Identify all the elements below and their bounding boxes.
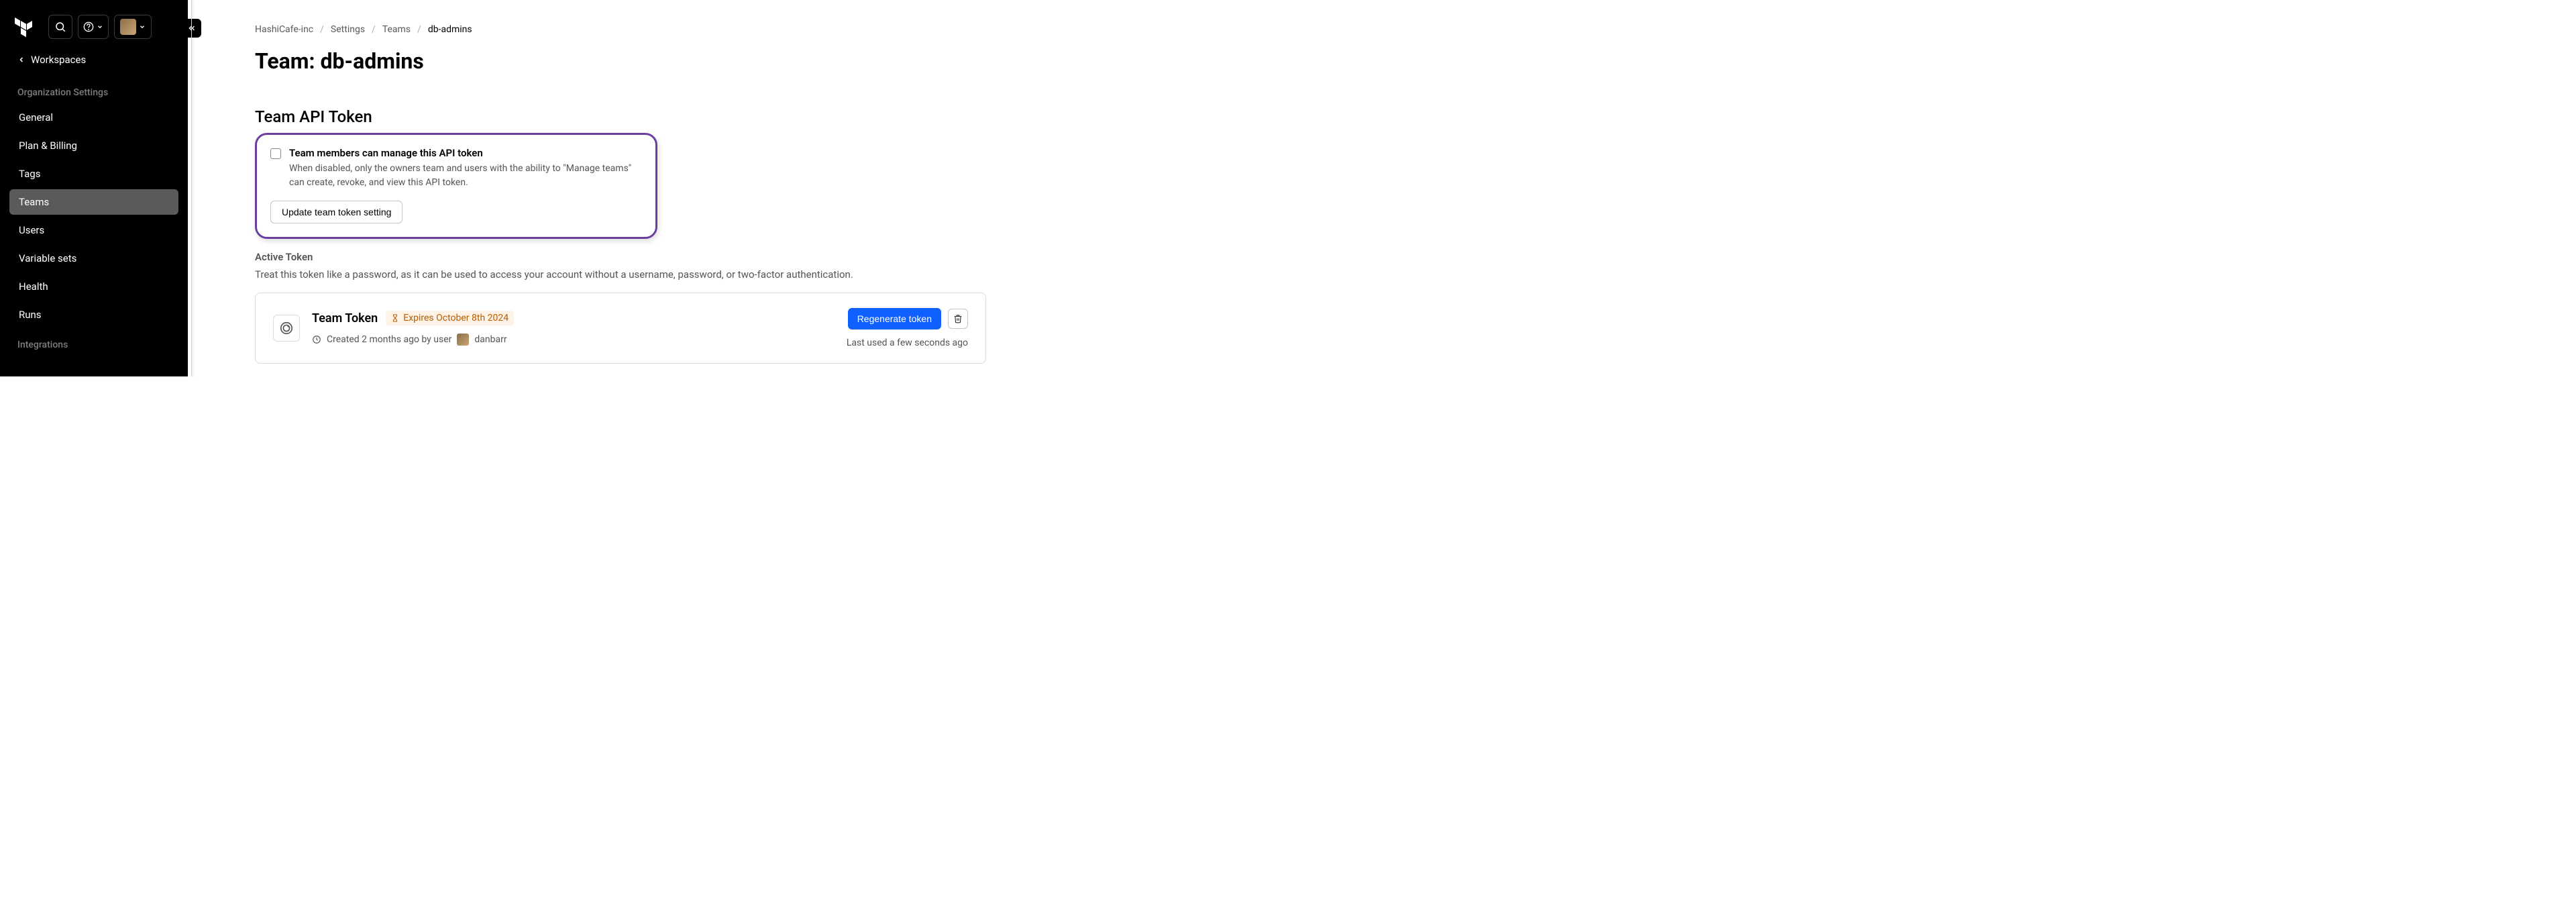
sidebar-item-variable-sets[interactable]: Variable sets [9,246,178,271]
hourglass-icon [391,314,399,322]
workspaces-back-link[interactable]: Workspaces [0,40,188,76]
scroll-edge [188,0,192,376]
breadcrumb: HashiCafe-inc / Settings / Teams / db-ad… [255,24,990,35]
sidebar-item-runs[interactable]: Runs [9,302,178,327]
search-button[interactable] [48,15,72,39]
token-expiry-text: Expires October 8th 2024 [403,313,508,323]
delete-token-button[interactable] [948,309,968,329]
breadcrumb-settings[interactable]: Settings [331,24,365,35]
token-main: Team Token Expires October 8th 2024 Crea… [312,311,835,346]
creator-avatar [457,334,469,346]
checkbox-row: Team members can manage this API token W… [270,147,642,190]
help-icon [83,21,94,32]
checkbox-description: When disabled, only the owners team and … [289,162,642,190]
token-right-column: Regenerate token Last used a few seconds… [847,308,968,348]
breadcrumb-sep: / [372,24,376,35]
token-card: Team Token Expires October 8th 2024 Crea… [255,293,986,364]
chevron-down-icon [97,23,103,30]
token-icon [273,315,300,342]
token-created-text: Created 2 months ago by user [327,334,451,345]
update-team-token-setting-button[interactable]: Update team token setting [270,201,402,223]
avatar [120,19,136,35]
sidebar-item-general[interactable]: General [9,105,178,130]
breadcrumb-sep: / [417,24,421,35]
user-menu-button[interactable] [114,15,152,39]
page-title: Team: db-admins [255,48,990,74]
sidebar-item-teams[interactable]: Teams [9,189,178,215]
main-content: HashiCafe-inc / Settings / Teams / db-ad… [188,0,1030,376]
sidebar: Workspaces Organization Settings General… [0,0,188,376]
token-title: Team Token [312,311,378,325]
sidebar-item-users[interactable]: Users [9,217,178,243]
clock-icon [312,335,321,344]
sidebar-item-tags[interactable]: Tags [9,161,178,187]
token-last-used: Last used a few seconds ago [847,338,968,348]
regenerate-token-button[interactable]: Regenerate token [848,308,941,329]
nav-section-org-settings: Organization Settings [0,76,188,103]
chevron-down-icon [139,23,146,30]
breadcrumb-current: db-admins [428,24,472,35]
active-token-description: Treat this token like a password, as it … [255,268,990,280]
breadcrumb-sep: / [320,24,324,35]
terraform-logo-icon [11,13,38,40]
help-menu-button[interactable] [78,15,109,39]
chevron-left-icon [17,56,25,64]
sidebar-item-health[interactable]: Health [9,274,178,299]
sidebar-item-plan-billing[interactable]: Plan & Billing [9,133,178,158]
trash-icon [953,314,963,323]
sidebar-topbar [0,0,188,40]
manage-token-checkbox[interactable] [270,148,281,159]
token-creator-name: danbarr [474,334,506,345]
token-meta: Created 2 months ago by user danbarr [312,334,835,346]
token-permission-box: Team members can manage this API token W… [255,133,657,239]
nav-section-integrations: Integrations [0,329,188,356]
search-icon [54,21,66,33]
breadcrumb-org[interactable]: HashiCafe-inc [255,24,313,35]
team-api-token-heading: Team API Token [255,107,990,126]
active-token-heading: Active Token [255,251,990,263]
checkbox-label: Team members can manage this API token [289,147,642,159]
token-expiry-badge: Expires October 8th 2024 [386,311,514,325]
workspaces-label: Workspaces [31,54,86,66]
breadcrumb-teams[interactable]: Teams [382,24,411,35]
